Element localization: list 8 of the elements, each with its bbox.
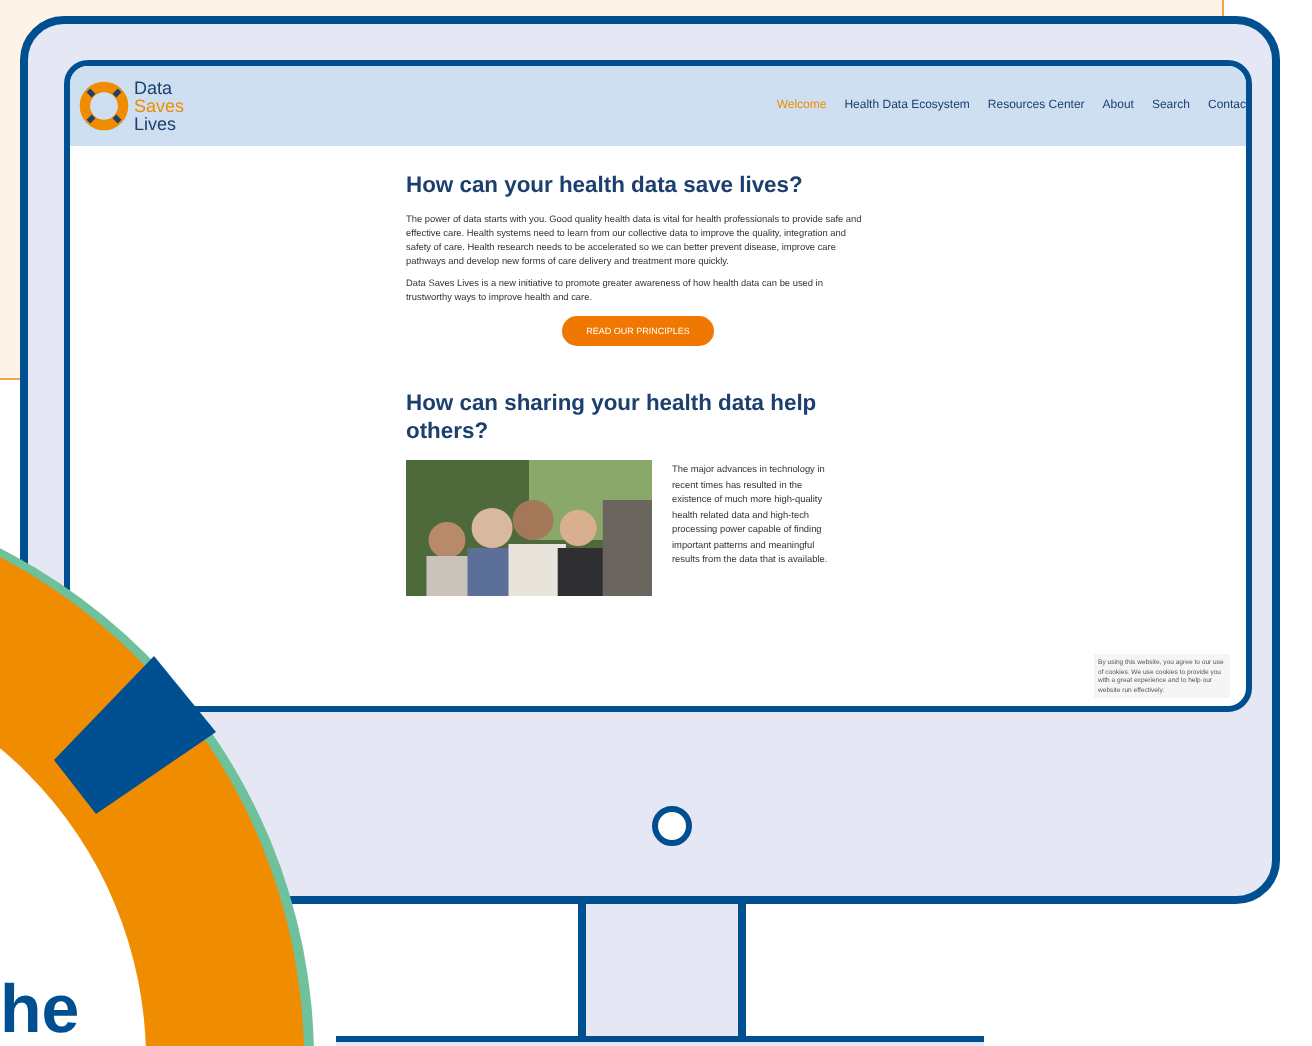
logo-text: Saves — [134, 97, 185, 115]
logo-text: Data — [134, 79, 175, 97]
heading-text: he — [0, 976, 80, 1044]
power-button[interactable] — [652, 806, 692, 846]
lifebuoy-logo-icon — [78, 79, 130, 131]
section-heading: How can sharing your health data help others? — [406, 390, 819, 446]
logo-text: Lives — [134, 115, 179, 133]
section-heading: How can your health data save lives? — [406, 174, 805, 198]
